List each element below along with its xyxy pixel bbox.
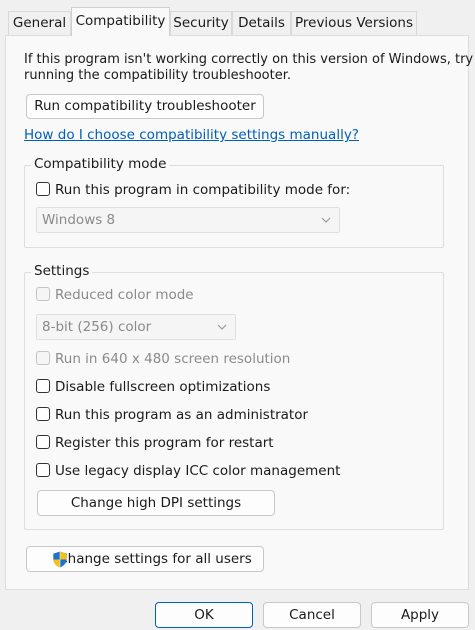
run-troubleshooter-button[interactable]: Run compatibility troubleshooter xyxy=(26,94,264,119)
run-as-admin-label: Run this program as an administrator xyxy=(55,407,309,423)
ok-button[interactable]: OK xyxy=(155,602,253,628)
checkbox-box[interactable] xyxy=(36,182,50,196)
checkbox-box[interactable] xyxy=(36,287,50,301)
tab-general[interactable]: General xyxy=(8,11,71,35)
checkbox-box[interactable] xyxy=(36,463,50,477)
color-depth-select[interactable]: 8-bit (256) color xyxy=(36,314,236,340)
intro-text-line2: running the compatibility troubleshooter… xyxy=(24,68,291,83)
compatibility-os-value: Windows 8 xyxy=(42,212,116,228)
manual-settings-help-link[interactable]: How do I choose compatibility settings m… xyxy=(24,127,359,143)
chevron-down-icon xyxy=(217,324,227,330)
legacy-icc-label: Use legacy display ICC color management xyxy=(55,463,341,479)
compatibility-mode-label: Run this program in compatibility mode f… xyxy=(55,182,351,198)
change-settings-all-users-button[interactable]: Change settings for all users xyxy=(26,546,264,572)
apply-button[interactable]: Apply xyxy=(371,602,469,628)
checkbox-box[interactable] xyxy=(36,435,50,449)
checkbox-box[interactable] xyxy=(36,379,50,393)
cancel-button[interactable]: Cancel xyxy=(263,602,361,628)
resolution-640-label: Run in 640 x 480 screen resolution xyxy=(55,351,291,367)
compatibility-mode-legend: Compatibility mode xyxy=(31,156,170,172)
tab-security[interactable]: Security xyxy=(170,11,232,35)
compatibility-panel: If this program isn't working correctly … xyxy=(5,35,473,590)
fullscreen-optimizations-label: Disable fullscreen optimizations xyxy=(55,379,271,395)
reduced-color-label: Reduced color mode xyxy=(55,287,194,303)
change-settings-all-users-label: Change settings for all users xyxy=(58,551,252,567)
tab-compatibility[interactable]: Compatibility xyxy=(71,7,170,36)
color-depth-value: 8-bit (256) color xyxy=(42,319,152,335)
uac-shield-icon xyxy=(53,551,67,568)
checkbox-box[interactable] xyxy=(36,351,50,365)
tab-previous-versions[interactable]: Previous Versions xyxy=(291,11,417,35)
checkbox-box[interactable] xyxy=(36,407,50,421)
change-high-dpi-button[interactable]: Change high DPI settings xyxy=(37,490,275,516)
compatibility-os-select[interactable]: Windows 8 xyxy=(36,207,340,233)
settings-legend: Settings xyxy=(31,263,93,279)
tab-strip: General Compatibility Security Details P… xyxy=(0,0,475,36)
dialog-button-bar: OK Cancel Apply xyxy=(0,590,475,630)
register-restart-label: Register this program for restart xyxy=(55,435,274,451)
tab-details[interactable]: Details xyxy=(232,11,291,35)
intro-text-line1: If this program isn't working correctly … xyxy=(24,52,474,67)
chevron-down-icon xyxy=(321,217,331,223)
